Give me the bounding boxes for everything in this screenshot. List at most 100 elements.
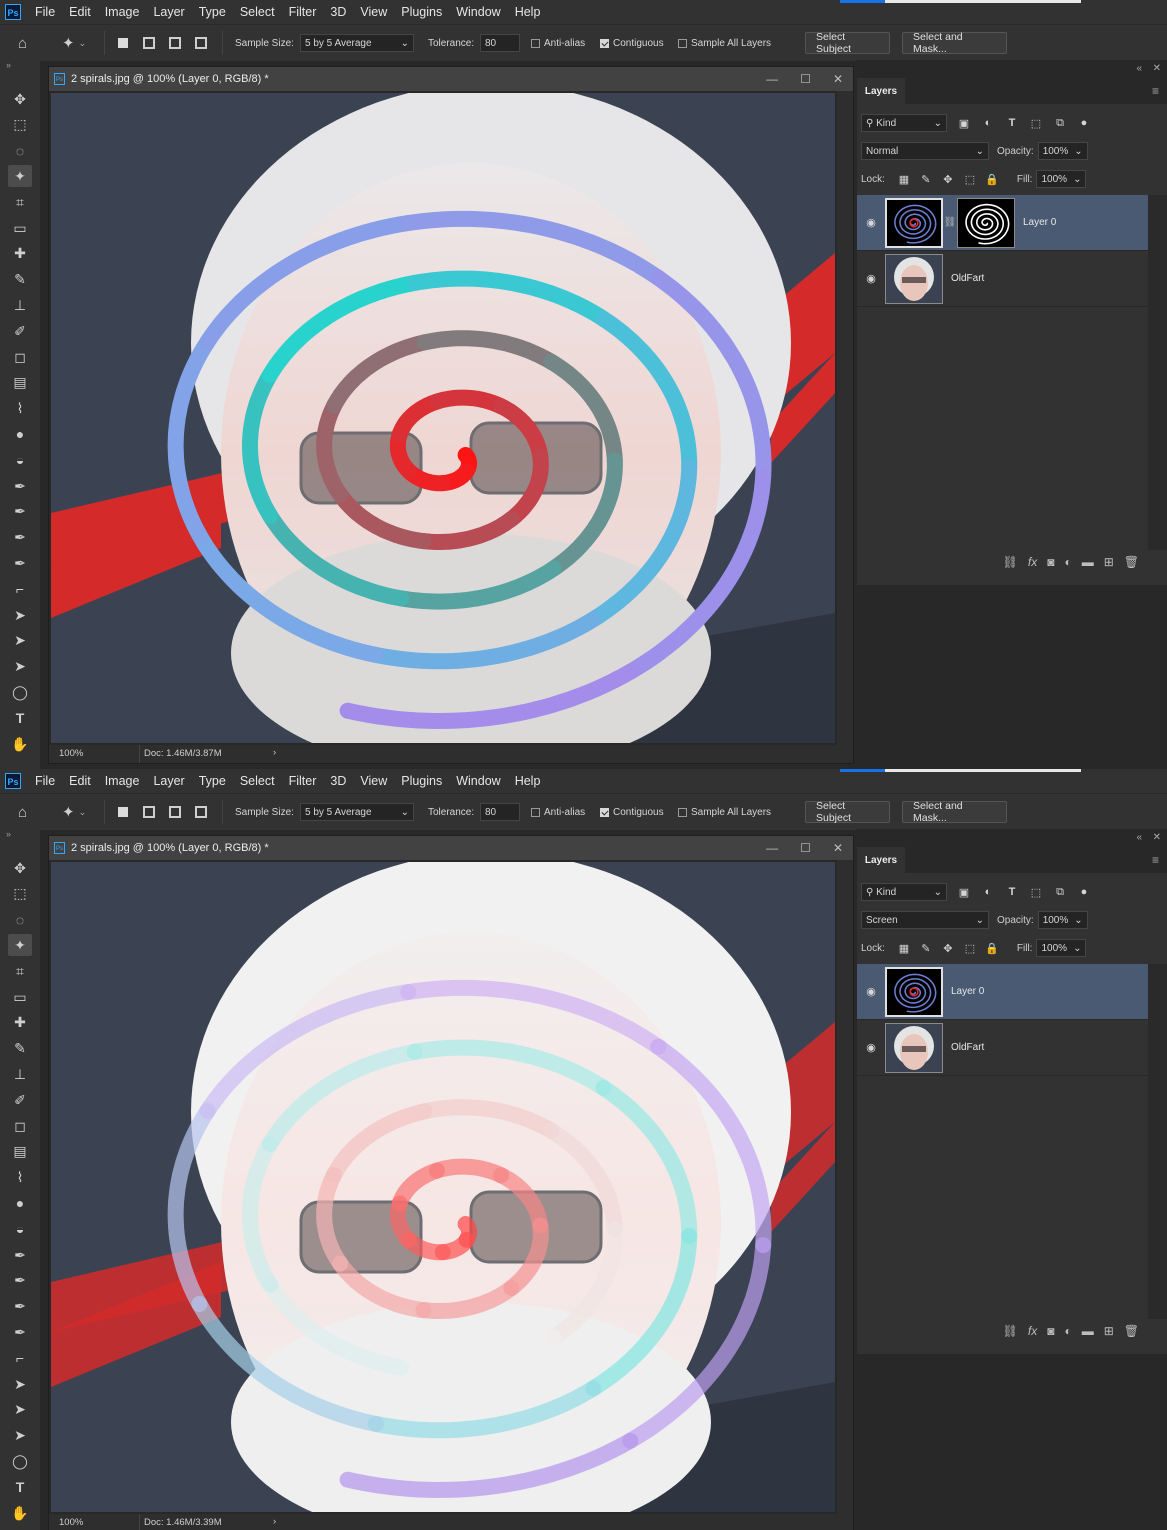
sample-all-layers-checkbox[interactable]: Sample All Layers — [678, 25, 771, 61]
menu-help[interactable]: Help — [508, 774, 548, 788]
delete-layer-icon[interactable]: 🗑 — [1124, 1324, 1139, 1338]
freeform-pen-tool-icon[interactable]: ✒ — [8, 501, 32, 523]
menu-image[interactable]: Image — [98, 5, 147, 19]
menu-layer[interactable]: Layer — [146, 5, 191, 19]
new-selection-button[interactable] — [114, 803, 132, 821]
layer-row[interactable]: ◉ ⛓ Layer 0 — [857, 195, 1148, 251]
filter-toggle-icon[interactable]: ● — [1077, 886, 1091, 898]
select-subject-button[interactable]: Select Subject — [805, 31, 890, 55]
lock-artboard-icon[interactable]: ⬚ — [963, 173, 977, 186]
lock-transparent-icon[interactable]: ▦ — [897, 942, 911, 955]
select-subject-button[interactable]: Select Subject — [805, 800, 890, 824]
menu-window[interactable]: Window — [449, 774, 507, 788]
filter-kind-dropdown[interactable]: ⚲ Kind ⌄ — [861, 883, 947, 901]
menu-view[interactable]: View — [353, 774, 394, 788]
freeform-pen-tool-icon[interactable]: ✒ — [8, 1270, 32, 1292]
menu-layer[interactable]: Layer — [146, 774, 191, 788]
move-tool-icon[interactable]: ✥ — [8, 88, 32, 110]
lasso-tool-icon[interactable]: ◌ — [8, 909, 32, 931]
path-selection-tool-icon[interactable]: ➤ — [8, 604, 32, 626]
image-canvas[interactable] — [51, 93, 835, 743]
menu-edit[interactable]: Edit — [62, 5, 98, 19]
delete-anchor-tool-icon[interactable]: ✒ — [8, 552, 32, 574]
ellipse-tool-icon[interactable]: ◯ — [8, 681, 32, 703]
stamp-tool-icon[interactable]: ⊥ — [8, 1063, 32, 1085]
document-size-info[interactable]: Doc: 1.46M/3.39M — [139, 1514, 279, 1530]
sample-size-dropdown[interactable]: 5 by 5 Average ⌄ — [300, 803, 414, 821]
delete-layer-icon[interactable]: 🗑 — [1124, 555, 1139, 569]
magic-wand-tool-icon[interactable]: ✦ — [8, 165, 32, 188]
burn-tool-icon[interactable]: ◒ — [8, 1218, 32, 1240]
pen-tool-icon[interactable]: ✒ — [8, 1244, 32, 1266]
contiguous-checkbox[interactable]: Contiguous — [600, 25, 664, 61]
lock-image-pixels-icon[interactable]: ✎ — [919, 942, 933, 955]
arrow-tool-icon[interactable]: ➤ — [8, 1425, 32, 1447]
arrow-tool-icon[interactable]: ➤ — [8, 656, 32, 678]
add-anchor-tool-icon[interactable]: ✒ — [8, 1296, 32, 1318]
image-canvas[interactable] — [51, 862, 835, 1512]
fill-input[interactable]: 100% ⌄ — [1036, 939, 1087, 957]
add-mask-icon[interactable]: ◙ — [1047, 1324, 1054, 1338]
photoshop-logo-icon[interactable]: Ps — [5, 773, 21, 789]
anti-alias-checkbox[interactable]: Anti-alias — [531, 25, 585, 61]
home-icon[interactable]: ⌂ — [18, 35, 27, 52]
mask-link-icon[interactable]: ⛓ — [943, 217, 957, 228]
lock-all-icon[interactable]: 🔒 — [985, 173, 999, 186]
panel-menu-icon[interactable]: ≡ — [1152, 853, 1159, 867]
maximize-icon[interactable]: ☐ — [800, 72, 811, 86]
intersect-selection-button[interactable] — [192, 803, 210, 821]
menu-type[interactable]: Type — [192, 5, 233, 19]
chevron-right-icon[interactable]: › — [273, 1516, 276, 1527]
direct-selection-tool-icon[interactable]: ➤ — [8, 1399, 32, 1421]
history-brush-tool-icon[interactable]: ✐ — [8, 1089, 32, 1111]
filter-pixel-icon[interactable]: ▣ — [957, 886, 971, 899]
lock-transparent-icon[interactable]: ▦ — [897, 173, 911, 186]
magic-wand-tool-preset-icon[interactable]: ✦ — [62, 803, 75, 821]
chevron-down-icon[interactable]: ⌄ — [79, 38, 87, 49]
tolerance-input[interactable]: 80 — [480, 34, 520, 52]
layer-row[interactable]: ◉ OldFart — [857, 251, 1148, 307]
filter-kind-dropdown[interactable]: ⚲ Kind ⌄ — [861, 114, 947, 132]
collapse-panel-icon[interactable]: « — [1136, 832, 1142, 843]
blur-tool-icon[interactable]: ⌇ — [8, 398, 32, 420]
select-and-mask-button[interactable]: Select and Mask... — [902, 800, 1007, 824]
adjustment-layer-icon[interactable]: ◐ — [1064, 555, 1071, 569]
layer-thumbnail[interactable] — [885, 253, 943, 304]
opacity-input[interactable]: 100% ⌄ — [1037, 911, 1088, 929]
chevron-down-icon[interactable]: ⌄ — [79, 807, 87, 818]
brush-tool-icon[interactable]: ✎ — [8, 1038, 32, 1060]
new-selection-button[interactable] — [114, 34, 132, 52]
link-layers-icon[interactable]: ⛓ — [1003, 1324, 1018, 1338]
dodge-tool-icon[interactable]: ● — [8, 423, 32, 445]
link-layers-icon[interactable]: ⛓ — [1003, 555, 1018, 569]
document-size-info[interactable]: Doc: 1.46M/3.87M — [139, 745, 279, 763]
convert-point-tool-icon[interactable]: ⌐ — [8, 578, 32, 600]
move-tool-icon[interactable]: ✥ — [8, 857, 32, 879]
hand-tool-icon[interactable]: ✋ — [8, 1502, 32, 1524]
anti-alias-checkbox[interactable]: Anti-alias — [531, 794, 585, 830]
lock-image-pixels-icon[interactable]: ✎ — [919, 173, 933, 186]
blend-mode-dropdown[interactable]: Normal ⌄ — [861, 142, 989, 160]
menu-type[interactable]: Type — [192, 774, 233, 788]
marquee-tool-icon[interactable]: ⬚ — [8, 114, 32, 136]
pen-tool-icon[interactable]: ✒ — [8, 475, 32, 497]
fill-input[interactable]: 100% ⌄ — [1036, 170, 1087, 188]
gradient-tool-icon[interactable]: ▤ — [8, 1141, 32, 1163]
new-layer-icon[interactable]: ⊞ — [1104, 555, 1114, 569]
brush-tool-icon[interactable]: ✎ — [8, 269, 32, 291]
layer-style-icon[interactable]: fx — [1028, 1324, 1037, 1338]
layers-scrollbar[interactable] — [1148, 195, 1167, 550]
menu-filter[interactable]: Filter — [282, 5, 324, 19]
path-selection-tool-icon[interactable]: ➤ — [8, 1373, 32, 1395]
layer-name[interactable]: Layer 0 — [951, 986, 984, 997]
home-icon[interactable]: ⌂ — [18, 804, 27, 821]
layer-thumbnail[interactable] — [885, 966, 943, 1017]
zoom-level[interactable]: 100% — [59, 1517, 83, 1528]
stamp-tool-icon[interactable]: ⊥ — [8, 294, 32, 316]
document-tab[interactable]: Ps 2 spirals.jpg @ 100% (Layer 0, RGB/8)… — [49, 836, 853, 860]
ellipse-tool-icon[interactable]: ◯ — [8, 1450, 32, 1472]
delete-anchor-tool-icon[interactable]: ✒ — [8, 1321, 32, 1343]
layer-thumbnail[interactable] — [885, 1022, 943, 1073]
healing-tool-icon[interactable]: ✚ — [8, 1012, 32, 1034]
add-anchor-tool-icon[interactable]: ✒ — [8, 527, 32, 549]
